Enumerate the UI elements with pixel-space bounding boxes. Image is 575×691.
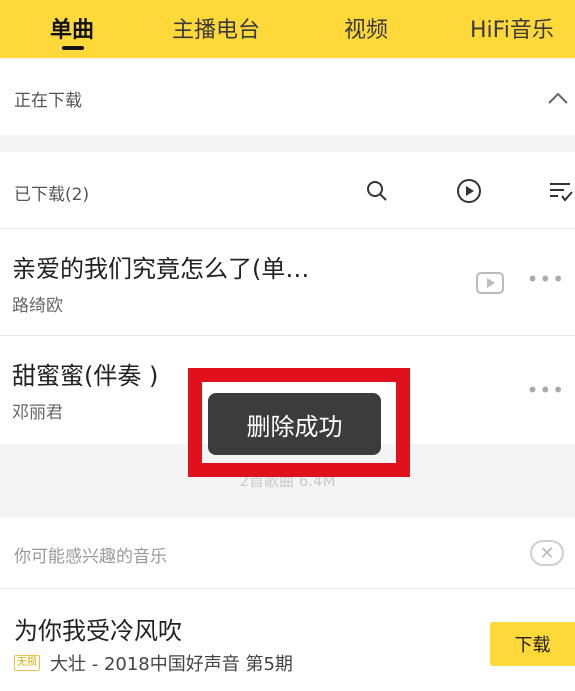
tab-singles[interactable]: 单曲 (50, 12, 94, 44)
recommend-song-title: 为你我受冷风吹 (14, 617, 182, 645)
downloading-label: 正在下载 (14, 91, 82, 111)
downloaded-header: 已下载(2) (0, 152, 575, 228)
search-icon[interactable] (364, 178, 390, 204)
chevron-up-icon[interactable] (546, 86, 570, 110)
song-row[interactable]: 亲爱的我们究竟怎么了(单… 路绮欧 ••• (0, 229, 575, 335)
tab-video[interactable]: 视频 (344, 12, 388, 44)
top-tab-bar: 单曲 主播电台 视频 HiFi音乐 (0, 0, 575, 58)
download-button[interactable]: 下载 (490, 622, 575, 666)
downloaded-label: 已下载(2) (14, 185, 90, 205)
recommend-label: 你可能感兴趣的音乐 (14, 547, 167, 567)
video-icon[interactable] (475, 271, 505, 295)
recommend-header: 你可能感兴趣的音乐 (0, 518, 575, 588)
tab-radio[interactable]: 主播电台 (172, 12, 260, 44)
toast-message: 删除成功 (208, 393, 381, 455)
more-options-icon[interactable]: ••• (527, 378, 565, 402)
sort-list-icon[interactable] (548, 178, 574, 204)
recommend-song-subtitle: 大壮 - 2018中国好声音 第5期 (50, 654, 293, 675)
downloading-section[interactable]: 正在下载 (0, 60, 575, 135)
close-icon[interactable]: ✕ (530, 540, 564, 566)
play-circle-icon[interactable] (455, 177, 483, 205)
song-artist: 邓丽君 (12, 403, 63, 423)
song-artist: 路绮欧 (12, 296, 63, 316)
more-options-icon[interactable]: ••• (527, 267, 565, 291)
active-tab-indicator (62, 46, 84, 50)
tab-hifi[interactable]: HiFi音乐 (470, 12, 554, 44)
song-title: 亲爱的我们究竟怎么了(单… (12, 255, 310, 283)
song-title: 甜蜜蜜(伴奏 ) (12, 362, 159, 390)
lossless-badge: 无损 (14, 655, 40, 671)
